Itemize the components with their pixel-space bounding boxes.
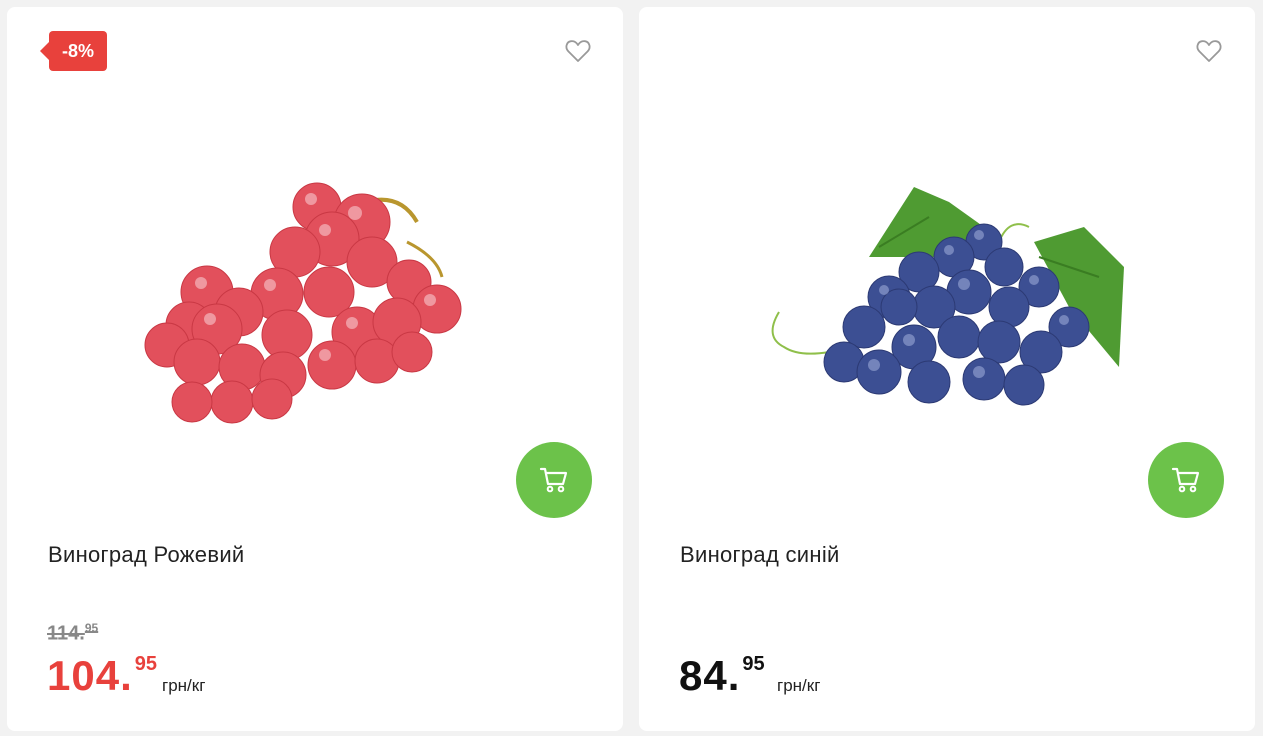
product-card[interactable]: Виноград синій 84. 95 грн/кг bbox=[639, 7, 1255, 731]
red-grapes-image[interactable] bbox=[107, 147, 527, 447]
price-unit: грн/кг bbox=[777, 676, 821, 695]
product-name[interactable]: Виноград Рожевий bbox=[48, 542, 245, 568]
current-price: 104. 95 bbox=[47, 652, 157, 699]
cart-icon bbox=[539, 467, 568, 493]
favorite-heart-icon[interactable] bbox=[1196, 39, 1222, 63]
add-to-cart-button[interactable] bbox=[1148, 442, 1224, 518]
blue-grapes-image[interactable] bbox=[739, 147, 1159, 447]
product-card[interactable]: -8% Виноград Рожевий 114.95 104. 95 грн/… bbox=[7, 7, 623, 731]
current-price: 84. 95 bbox=[679, 652, 765, 699]
cart-icon bbox=[1171, 467, 1200, 493]
discount-badge: -8% bbox=[40, 31, 107, 71]
favorite-heart-icon[interactable] bbox=[565, 39, 591, 63]
add-to-cart-button[interactable] bbox=[516, 442, 592, 518]
old-price: 114.95 bbox=[47, 621, 99, 645]
product-name[interactable]: Виноград синій bbox=[680, 542, 840, 568]
price-unit: грн/кг bbox=[162, 676, 206, 695]
